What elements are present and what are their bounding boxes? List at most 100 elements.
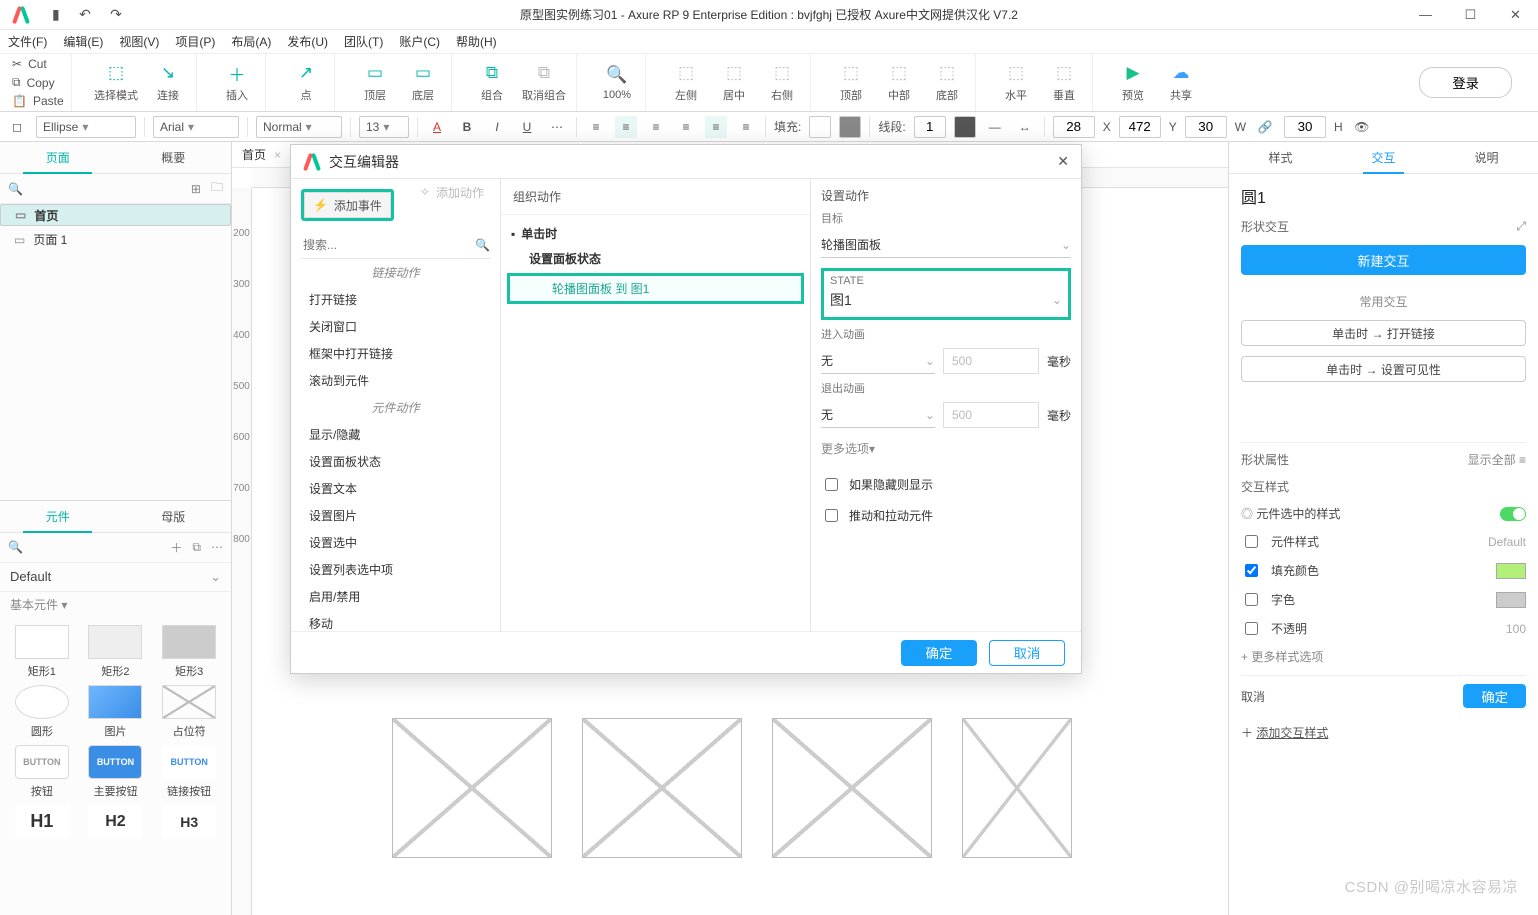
style-ok[interactable]: 确定: [1463, 684, 1526, 708]
action-scroll-to[interactable]: 滚动到元件: [291, 367, 500, 394]
action-row[interactable]: 设置面板状态: [501, 246, 810, 271]
action-close-window[interactable]: 关闭窗口: [291, 313, 500, 340]
group-button[interactable]: ⧉组合: [474, 62, 510, 103]
point-tool[interactable]: ↗点: [288, 62, 324, 103]
modal-close-icon[interactable]: ✕: [1057, 153, 1069, 170]
zoom-control[interactable]: 🔍100%: [599, 64, 635, 101]
align-r-icon[interactable]: ≡: [645, 116, 667, 138]
anim-out-select[interactable]: 无⌄: [821, 402, 935, 428]
lib-more-icon[interactable]: ⋯: [211, 540, 223, 554]
widget-ellipse[interactable]: 圆形: [8, 685, 76, 739]
shape-icon[interactable]: ◻: [6, 116, 28, 138]
weight-select[interactable]: Normal: [256, 116, 342, 138]
chk-widget-style[interactable]: [1245, 535, 1258, 548]
h-input[interactable]: [1284, 116, 1326, 138]
login-button[interactable]: 登录: [1419, 67, 1512, 98]
bold-icon[interactable]: B: [456, 116, 478, 138]
line-color-swatch[interactable]: [954, 116, 976, 138]
paste-button[interactable]: 📋 Paste: [6, 93, 71, 109]
modal-cancel-button[interactable]: 取消: [989, 640, 1065, 666]
font-color-swatch[interactable]: [1496, 592, 1526, 608]
visibility-icon[interactable]: 👁: [1351, 116, 1373, 138]
undo-icon[interactable]: ↶: [79, 6, 91, 22]
rp-tab-notes[interactable]: 说明: [1435, 142, 1538, 173]
redo-icon[interactable]: ↷: [110, 6, 122, 22]
insert-tool[interactable]: ＋插入: [219, 62, 255, 103]
preview-button[interactable]: ▶预览: [1115, 62, 1151, 103]
add-folder-icon[interactable]: 🗀: [211, 178, 223, 199]
fill-border-swatch[interactable]: [839, 116, 861, 138]
page-tree-item[interactable]: ▭首页: [0, 204, 231, 226]
show-all-link[interactable]: 显示全部: [1468, 453, 1516, 467]
copy-button[interactable]: ⧉ Copy: [6, 74, 71, 91]
lib-stack-icon[interactable]: ⧉: [192, 540, 201, 555]
state-select[interactable]: 图1⌄: [830, 287, 1062, 313]
w-input[interactable]: [1185, 116, 1227, 138]
menu-edit[interactable]: 编辑(E): [63, 33, 103, 50]
add-event-button[interactable]: ⚡添加事件: [304, 192, 391, 218]
fill-color-swatch[interactable]: [1496, 563, 1526, 579]
widget-h2[interactable]: H2: [82, 805, 150, 839]
menu-project[interactable]: 项目(P): [175, 33, 215, 50]
tab-outline[interactable]: 概要: [116, 142, 232, 173]
valign-m-icon[interactable]: ≡: [705, 116, 727, 138]
placeholder-shape[interactable]: [962, 718, 1072, 858]
fill-swatch[interactable]: [809, 116, 831, 138]
add-action-button[interactable]: ✧ 添加动作: [414, 179, 490, 205]
valign-b-icon[interactable]: ≡: [735, 116, 757, 138]
new-interaction-button[interactable]: 新建交互: [1241, 245, 1526, 275]
shape-select[interactable]: Ellipse: [36, 116, 136, 138]
chk-push-pull[interactable]: [825, 509, 838, 522]
share-button[interactable]: ☁共享: [1163, 62, 1199, 103]
rp-tab-interactions[interactable]: 交互: [1332, 142, 1435, 173]
chk-fill[interactable]: [1245, 564, 1258, 577]
modal-ok-button[interactable]: 确定: [901, 640, 977, 666]
menu-team[interactable]: 团队(T): [344, 33, 383, 50]
y-input[interactable]: [1119, 116, 1161, 138]
menu-publish[interactable]: 发布(U): [287, 33, 328, 50]
selected-style-toggle[interactable]: [1500, 507, 1526, 521]
more-text-icon[interactable]: ⋯: [546, 116, 568, 138]
widget-rect1[interactable]: 矩形1: [8, 625, 76, 679]
anim-out-duration[interactable]: 500: [943, 402, 1039, 428]
tab-masters[interactable]: 母版: [116, 501, 232, 532]
search-icon[interactable]: 🔍: [8, 182, 23, 196]
valign-t-icon[interactable]: ≡: [675, 116, 697, 138]
common-ix-1[interactable]: 单击时 → 打开链接: [1241, 320, 1526, 346]
more-options-toggle[interactable]: 更多选项▾: [821, 440, 1071, 457]
action-set-list-selected[interactable]: 设置列表选中项: [291, 556, 500, 583]
placeholder-shape[interactable]: [772, 718, 932, 858]
lock-aspect-icon[interactable]: 🔗: [1254, 116, 1276, 138]
chk-show-if-hidden[interactable]: [825, 478, 838, 491]
widget-image[interactable]: 图片: [82, 685, 150, 739]
action-set-text[interactable]: 设置文本: [291, 475, 500, 502]
widget-h3[interactable]: H3: [155, 805, 223, 839]
menu-file[interactable]: 文件(F): [8, 33, 47, 50]
menu-arrange[interactable]: 布局(A): [231, 33, 271, 50]
action-target-row[interactable]: 轮播图面板 到 图1: [507, 273, 804, 304]
line-style-icon[interactable]: —: [984, 116, 1006, 138]
arrow-icon[interactable]: ↔: [1014, 116, 1036, 138]
action-open-in-frame[interactable]: 框架中打开链接: [291, 340, 500, 367]
align-c-icon[interactable]: ≡: [615, 116, 637, 138]
line-width-input[interactable]: [914, 116, 946, 138]
target-select[interactable]: 轮播图面板⌄: [821, 232, 1071, 258]
style-cancel[interactable]: 取消: [1241, 688, 1265, 705]
anim-in-select[interactable]: 无⌄: [821, 348, 935, 374]
maximize-button[interactable]: ☐: [1448, 0, 1493, 30]
widget-rect2[interactable]: 矩形2: [82, 625, 150, 679]
menu-account[interactable]: 账户(C): [399, 33, 440, 50]
font-color-icon[interactable]: A: [426, 116, 448, 138]
menu-help[interactable]: 帮助(H): [456, 33, 497, 50]
widget-button[interactable]: BUTTON按钮: [8, 745, 76, 799]
tab-widgets[interactable]: 元件: [0, 501, 116, 532]
chk-opacity[interactable]: [1245, 622, 1258, 635]
minimize-button[interactable]: —: [1403, 0, 1448, 30]
underline-icon[interactable]: U: [516, 116, 538, 138]
italic-icon[interactable]: I: [486, 116, 508, 138]
add-ix-style-link[interactable]: 添加交互样式: [1256, 726, 1328, 740]
anim-in-duration[interactable]: 500: [943, 348, 1039, 374]
action-set-selected[interactable]: 设置选中: [291, 529, 500, 556]
more-style-link[interactable]: + 更多样式选项: [1241, 648, 1526, 665]
widget-link-button[interactable]: BUTTON链接按钮: [155, 745, 223, 799]
